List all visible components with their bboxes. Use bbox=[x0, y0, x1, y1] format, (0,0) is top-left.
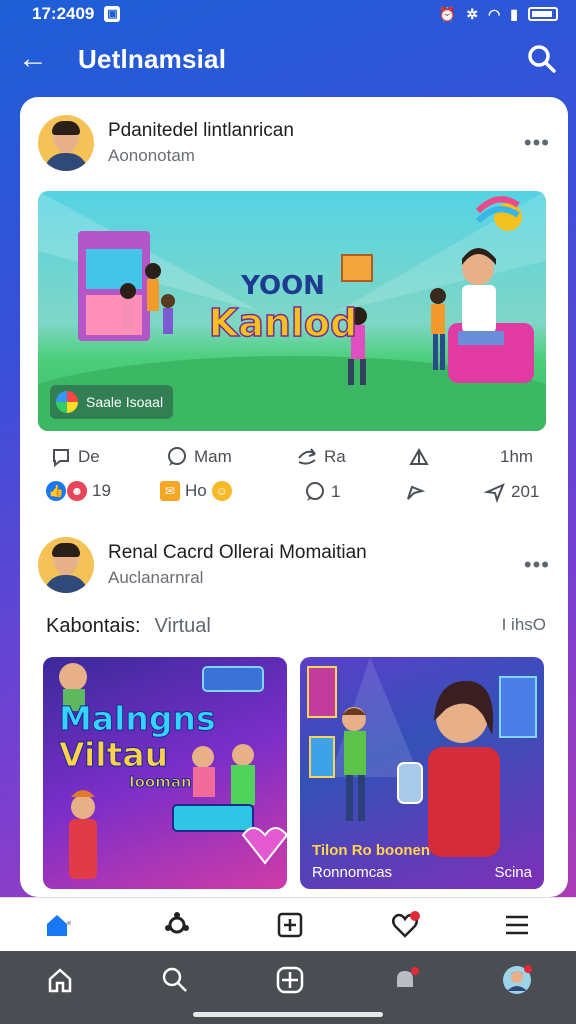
share-icon bbox=[298, 448, 316, 465]
share-action[interactable]: Ra bbox=[296, 446, 346, 468]
home-indicator bbox=[193, 1012, 383, 1017]
post-actions: De Mam Ra 1hm bbox=[20, 439, 568, 475]
hero-title: YOON Kanlod bbox=[198, 271, 368, 346]
send-count: 201 bbox=[511, 482, 540, 501]
back-arrow-icon[interactable]: ← bbox=[18, 42, 62, 76]
more-options-icon[interactable]: ••• bbox=[524, 130, 550, 156]
section-label: Kabontais: bbox=[46, 615, 141, 637]
media-tile[interactable]: Malngns Viltau Iooman bbox=[43, 657, 287, 889]
send-icon bbox=[484, 483, 505, 503]
nav-home-icon[interactable] bbox=[45, 965, 75, 995]
reaction-summary[interactable]: 👍 ☻ 19 bbox=[46, 481, 111, 501]
create-tab-icon[interactable] bbox=[275, 910, 305, 940]
like-action[interactable]: De bbox=[50, 446, 100, 468]
home-tab-icon[interactable] bbox=[42, 910, 72, 940]
avatar[interactable] bbox=[38, 115, 94, 171]
nav-profile-avatar[interactable] bbox=[502, 965, 532, 995]
tile-caption-title: Tilon Ro boonen bbox=[312, 842, 431, 859]
like-icon bbox=[53, 449, 69, 468]
comment-icon bbox=[168, 447, 186, 466]
hero-title-line2: Kanlod bbox=[208, 300, 358, 346]
laugh-reaction-icon: ☺ bbox=[211, 481, 232, 501]
love-reaction-icon: ☻ bbox=[67, 481, 87, 501]
notification-icon: ▣ bbox=[104, 6, 121, 22]
bookmark-icon bbox=[409, 447, 429, 465]
post-header: Pdanitedel lintlanrican Aononotam ••• bbox=[38, 113, 550, 173]
more-options-icon[interactable]: ••• bbox=[524, 552, 550, 578]
comment-bubble-icon bbox=[306, 482, 324, 501]
send-action[interactable]: 201 bbox=[484, 481, 539, 503]
tile-caption-subtitle: Ronnomcas bbox=[312, 864, 393, 881]
notifications-tab-icon[interactable] bbox=[390, 910, 420, 940]
post-header: Renal Cacrd Ollerai Momaitian Auclanarnr… bbox=[38, 535, 550, 595]
app-bar: ← Uetlnamsial bbox=[0, 28, 576, 90]
post-time: 1hm bbox=[500, 447, 534, 466]
like-label: De bbox=[78, 447, 100, 466]
app-logo-icon bbox=[56, 391, 78, 413]
media-tile[interactable]: Tilon Ro boonen Ronnomcas Scina bbox=[300, 657, 544, 889]
avatar[interactable] bbox=[38, 537, 94, 593]
haha-count: Ho bbox=[185, 481, 207, 500]
reactions-row: 👍 ☻ 19 ✉ Ho ☺ 1 201 bbox=[20, 481, 568, 517]
status-icons: ⏰ ✲ ◠ ▮ bbox=[439, 6, 558, 23]
post-subtitle: Auclanarnral bbox=[108, 568, 204, 587]
time-action: 1hm bbox=[500, 447, 533, 467]
post-image[interactable]: YOON Kanlod Saale Isoaal bbox=[38, 191, 546, 431]
post-subtitle: Aononotam bbox=[108, 146, 195, 165]
like-reaction-icon: 👍 bbox=[46, 481, 66, 501]
tile-caption-extra: Scina bbox=[494, 864, 532, 881]
tile-title-line2: Viltau bbox=[59, 735, 169, 774]
reaction-count: 19 bbox=[92, 481, 111, 500]
tile-title-line1: Malngns bbox=[59, 699, 217, 738]
section-value: Virtual bbox=[154, 615, 211, 637]
post-author-name[interactable]: Pdanitedel lintlanrican bbox=[108, 120, 294, 142]
battery-icon bbox=[528, 7, 558, 21]
mail-icon: ✉ bbox=[160, 481, 180, 501]
share-label: Ra bbox=[324, 447, 346, 466]
wifi-icon: ◠ bbox=[488, 5, 501, 22]
comment-label: Mam bbox=[194, 447, 232, 466]
search-icon[interactable] bbox=[526, 43, 558, 75]
hero-badge[interactable]: Saale Isoaal bbox=[50, 385, 174, 419]
forward-action[interactable] bbox=[404, 481, 426, 503]
menu-tab-icon[interactable] bbox=[502, 910, 532, 940]
post-author-name[interactable]: Renal Cacrd Ollerai Momaitian bbox=[108, 542, 367, 564]
feed-card: Pdanitedel lintlanrican Aononotam ••• YO… bbox=[20, 97, 568, 897]
alarm-icon: ⏰ bbox=[438, 5, 457, 22]
nav-notifications-icon[interactable] bbox=[390, 965, 420, 995]
haha-reaction[interactable]: ✉ Ho ☺ bbox=[160, 481, 232, 501]
mute-icon: ✲ bbox=[466, 5, 479, 22]
nav-search-icon[interactable] bbox=[160, 965, 190, 995]
tile-title-line3: Iooman bbox=[129, 773, 193, 792]
comments-count-label: 1 bbox=[331, 482, 341, 501]
post-meta: Renal Cacrd Ollerai Momaitian Auclanarnr… bbox=[108, 542, 367, 588]
save-action[interactable] bbox=[408, 446, 430, 468]
section-header: Kabontais: Virtual I ihsO bbox=[46, 615, 546, 638]
page-title: Uetlnamsial bbox=[78, 43, 227, 74]
status-bar: 17:2409 ▣ ⏰ ✲ ◠ ▮ bbox=[0, 0, 576, 28]
comment-action[interactable]: Mam bbox=[166, 446, 232, 468]
signal-icon: ▮ bbox=[510, 5, 518, 22]
hero-badge-label: Saale Isoaal bbox=[86, 394, 164, 410]
status-time: 17:2409 bbox=[32, 4, 95, 23]
app-tab-bar bbox=[0, 897, 576, 951]
hero-title-line1: YOON bbox=[241, 271, 325, 301]
post-meta: Pdanitedel lintlanrican Aononotam bbox=[108, 120, 294, 166]
forward-icon bbox=[407, 485, 426, 500]
nav-create-icon[interactable] bbox=[275, 965, 305, 995]
tile-title: Malngns Viltau Iooman bbox=[59, 699, 217, 792]
section-link[interactable]: I ihsO bbox=[502, 615, 546, 638]
friends-tab-icon[interactable] bbox=[162, 910, 192, 940]
comments-count[interactable]: 1 bbox=[304, 481, 340, 503]
